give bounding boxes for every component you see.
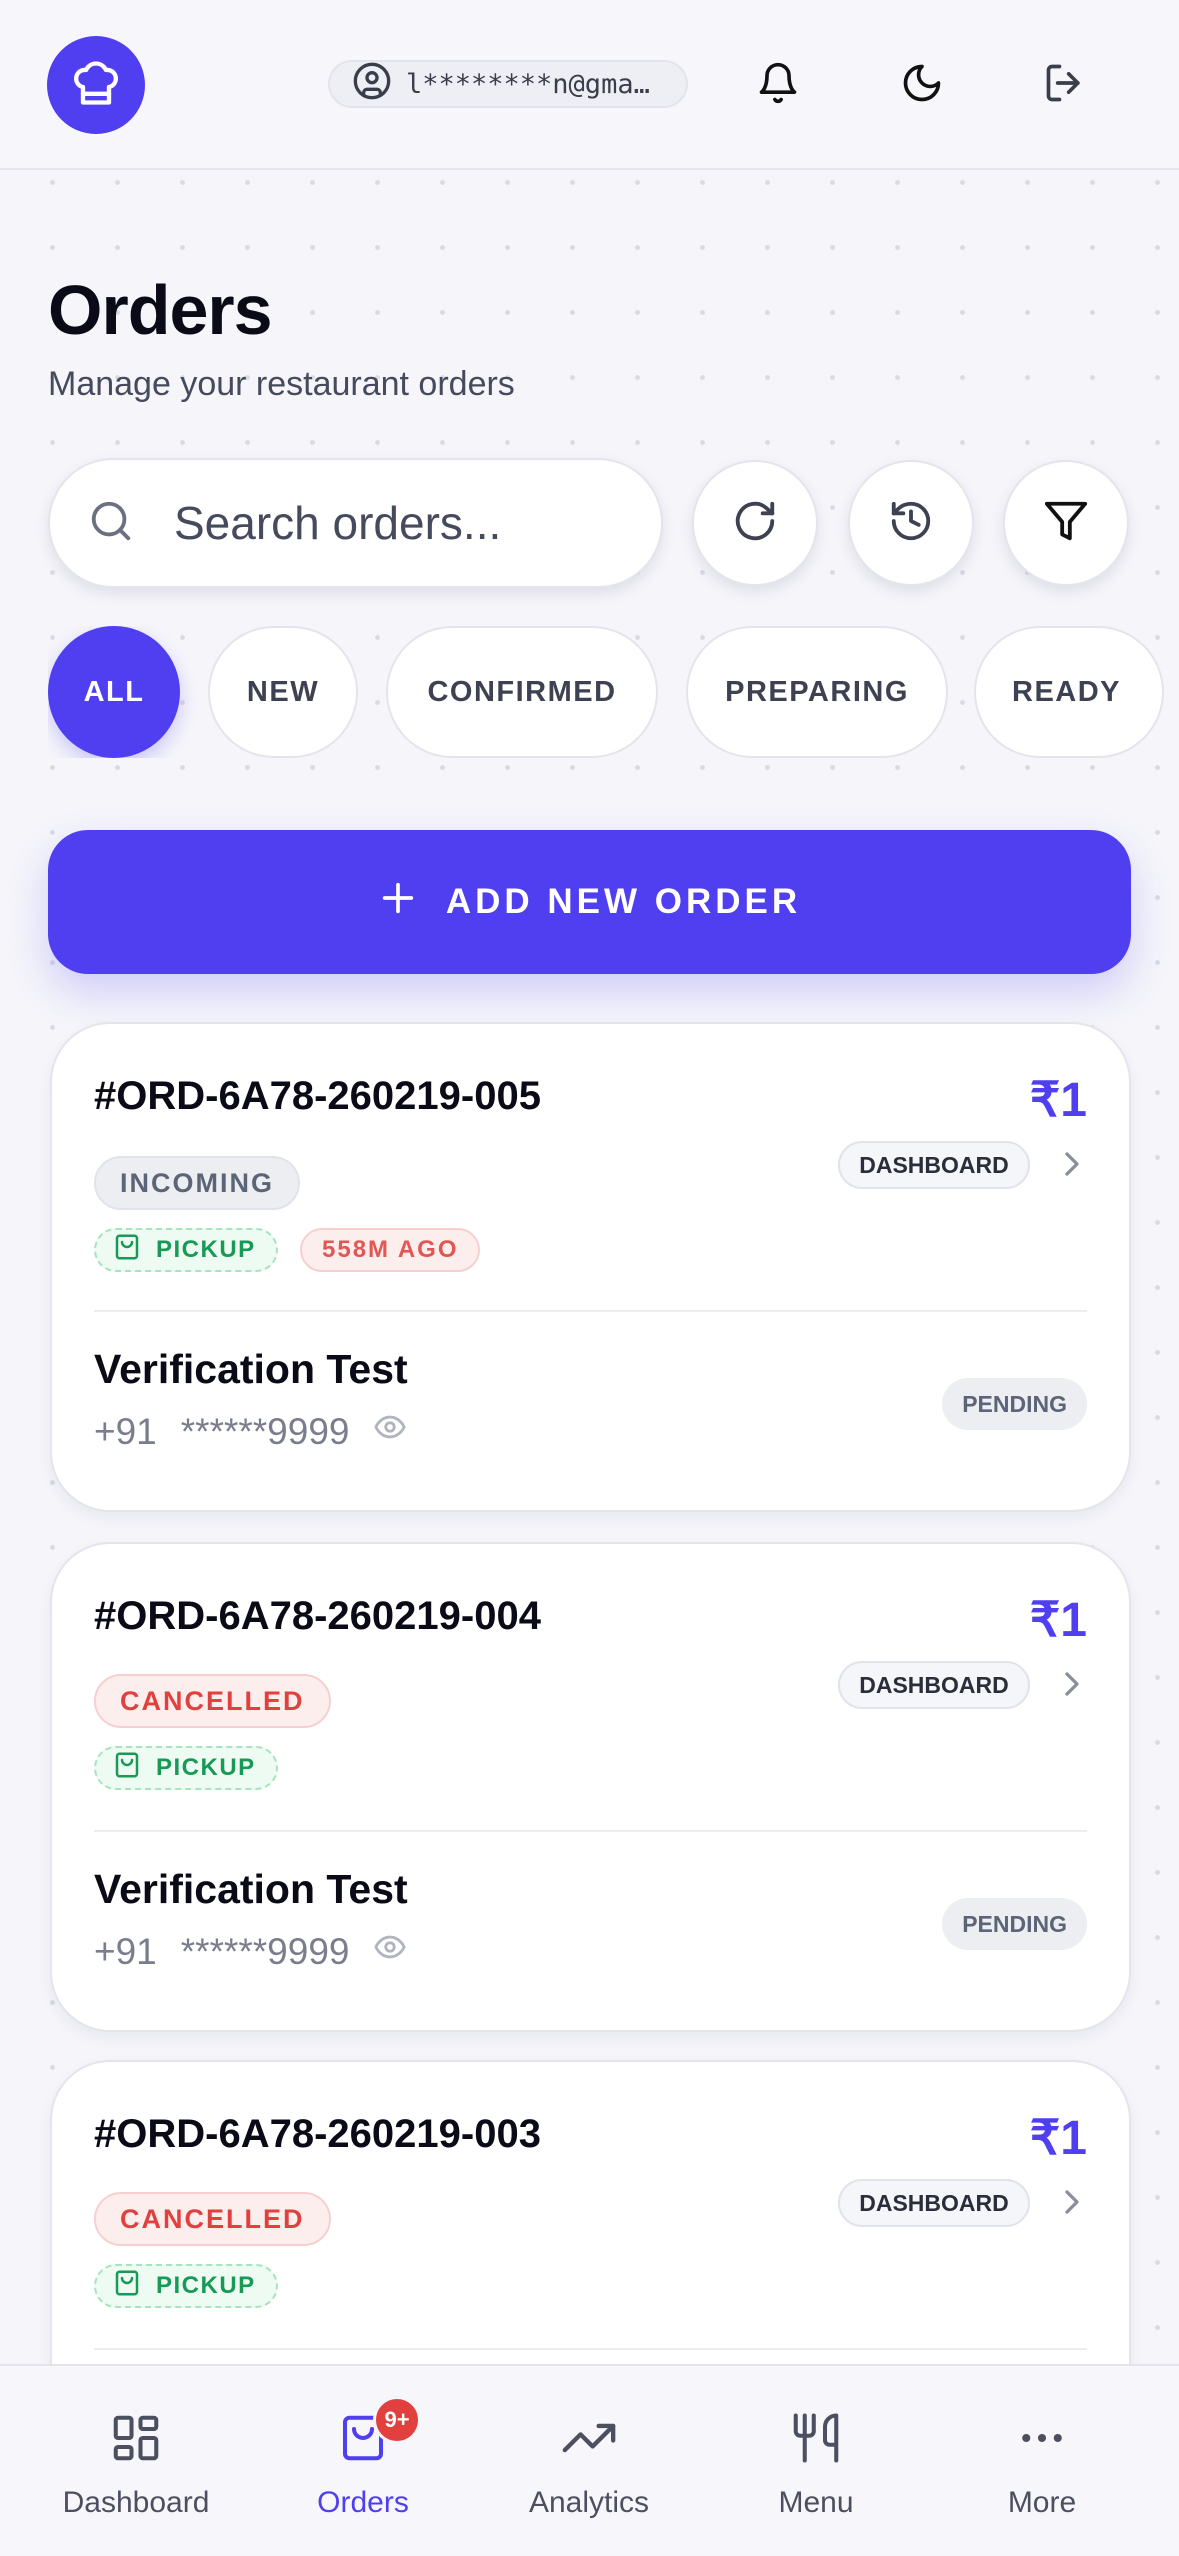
filter-chip-ready[interactable]: READY [974, 626, 1164, 758]
nav-item-analytics[interactable]: Analytics [479, 2366, 699, 2556]
page-subtitle: Manage your restaurant orders [48, 365, 515, 403]
shopping-bag-icon: 9+ [333, 2396, 421, 2468]
layout-grid-icon [106, 2408, 166, 2468]
payment-status-badge: PENDING [942, 1378, 1087, 1430]
order-card[interactable]: #ORD-6A78-260219-005 ₹1 DASHBOARD INCOMI… [50, 1022, 1131, 1512]
eye-icon[interactable] [373, 1410, 407, 1453]
nav-item-orders[interactable]: 9+ Orders [253, 2366, 473, 2556]
utensils-icon [786, 2408, 846, 2468]
card-divider [94, 2348, 1087, 2350]
bell-icon [756, 61, 800, 110]
order-card[interactable]: #ORD-6A78-260219-004 ₹1 DASHBOARD CANCEL… [50, 1542, 1131, 2032]
history-button[interactable] [848, 460, 974, 586]
chef-hat-icon [70, 57, 122, 114]
page-title: Orders [48, 271, 273, 349]
dashboard-source-badge: DASHBOARD [838, 1661, 1030, 1709]
search-icon [88, 498, 134, 549]
bottom-navigation: Dashboard 9+ Orders Analytics Menu More [0, 2364, 1179, 2556]
add-new-order-label: ADD NEW ORDER [445, 882, 802, 921]
filter-chip-new[interactable]: NEW [208, 626, 358, 758]
chevron-right-icon[interactable] [1052, 1664, 1092, 1709]
moon-icon [900, 61, 944, 110]
order-amount: ₹1 [1029, 1074, 1087, 1127]
order-age-badge: 558M AGO [300, 1228, 481, 1272]
user-circle-icon [352, 61, 392, 108]
nav-label-more: More [1007, 2486, 1077, 2519]
logout-button[interactable] [1030, 50, 1100, 120]
nav-label-analytics: Analytics [528, 2486, 650, 2519]
nav-label-dashboard: Dashboard [62, 2486, 210, 2519]
orders-count-badge: 9+ [373, 2396, 421, 2444]
order-type-label: PICKUP [156, 1754, 256, 1781]
shopping-bag-icon [112, 1750, 142, 1787]
payment-status-badge: PENDING [942, 1898, 1087, 1950]
logout-icon [1043, 61, 1087, 110]
card-divider [94, 1310, 1087, 1312]
chevron-right-icon[interactable] [1052, 2182, 1092, 2227]
chevron-right-icon[interactable] [1052, 1144, 1092, 1189]
customer-name: Verification Test [94, 1346, 408, 1392]
card-divider [94, 1830, 1087, 1832]
plus-icon [378, 878, 418, 927]
add-new-order-button[interactable]: ADD NEW ORDER [48, 830, 1131, 974]
refresh-button[interactable] [692, 460, 818, 586]
filter-icon [1043, 498, 1089, 549]
nav-label-orders: Orders [317, 2486, 409, 2519]
nav-item-menu[interactable]: Menu [706, 2366, 926, 2556]
phone-number-masked: ******9999 [180, 1930, 350, 1972]
order-id: #ORD-6A78-260219-003 [94, 2112, 541, 2156]
order-id: #ORD-6A78-260219-005 [94, 1074, 541, 1118]
shopping-bag-icon [112, 1232, 142, 1269]
customer-phone: +91 ******9999 [94, 1930, 407, 1973]
order-status-badge: CANCELLED [94, 1674, 331, 1728]
more-horizontal-icon [1012, 2408, 1072, 2468]
order-type-badge: PICKUP [94, 2264, 278, 2308]
history-icon [888, 498, 934, 549]
phone-number-masked: ******9999 [180, 1410, 350, 1452]
dashboard-source-badge: DASHBOARD [838, 2179, 1030, 2227]
dashboard-source-badge: DASHBOARD [838, 1141, 1030, 1189]
customer-name: Verification Test [94, 1866, 408, 1912]
order-type-badge: PICKUP [94, 1228, 278, 1272]
order-status-badge: CANCELLED [94, 2192, 331, 2246]
refresh-icon [732, 498, 778, 549]
notifications-button[interactable] [743, 50, 813, 120]
filter-chip-all[interactable]: ALL [48, 626, 180, 758]
app-logo[interactable] [47, 36, 145, 134]
nav-item-dashboard[interactable]: Dashboard [26, 2366, 246, 2556]
filter-chip-confirmed[interactable]: CONFIRMED [386, 626, 658, 758]
order-amount: ₹1 [1029, 1594, 1087, 1647]
search-bar [48, 458, 663, 588]
filter-button[interactable] [1003, 460, 1129, 586]
phone-country-code: +91 [94, 1410, 157, 1452]
account-email: l********n@gma… [406, 68, 650, 100]
order-status-badge: INCOMING [94, 1156, 300, 1210]
customer-phone: +91 ******9999 [94, 1410, 407, 1453]
order-type-badge: PICKUP [94, 1746, 278, 1790]
status-filter-chips: ALL NEW CONFIRMED PREPARING READY [48, 626, 1179, 758]
filter-chip-preparing[interactable]: PREPARING [686, 626, 948, 758]
nav-item-more[interactable]: More [932, 2366, 1152, 2556]
order-amount: ₹1 [1029, 2112, 1087, 2165]
phone-country-code: +91 [94, 1930, 157, 1972]
eye-icon[interactable] [373, 1930, 407, 1973]
order-id: #ORD-6A78-260219-004 [94, 1594, 541, 1638]
order-type-label: PICKUP [156, 2272, 256, 2299]
nav-label-menu: Menu [778, 2486, 854, 2519]
shopping-bag-icon [112, 2268, 142, 2305]
theme-toggle-button[interactable] [887, 50, 957, 120]
account-email-pill[interactable]: l********n@gma… [328, 60, 688, 108]
order-type-label: PICKUP [156, 1236, 256, 1263]
top-header: l********n@gma… [0, 0, 1179, 170]
search-input[interactable] [174, 496, 594, 550]
trending-up-icon [559, 2408, 619, 2468]
